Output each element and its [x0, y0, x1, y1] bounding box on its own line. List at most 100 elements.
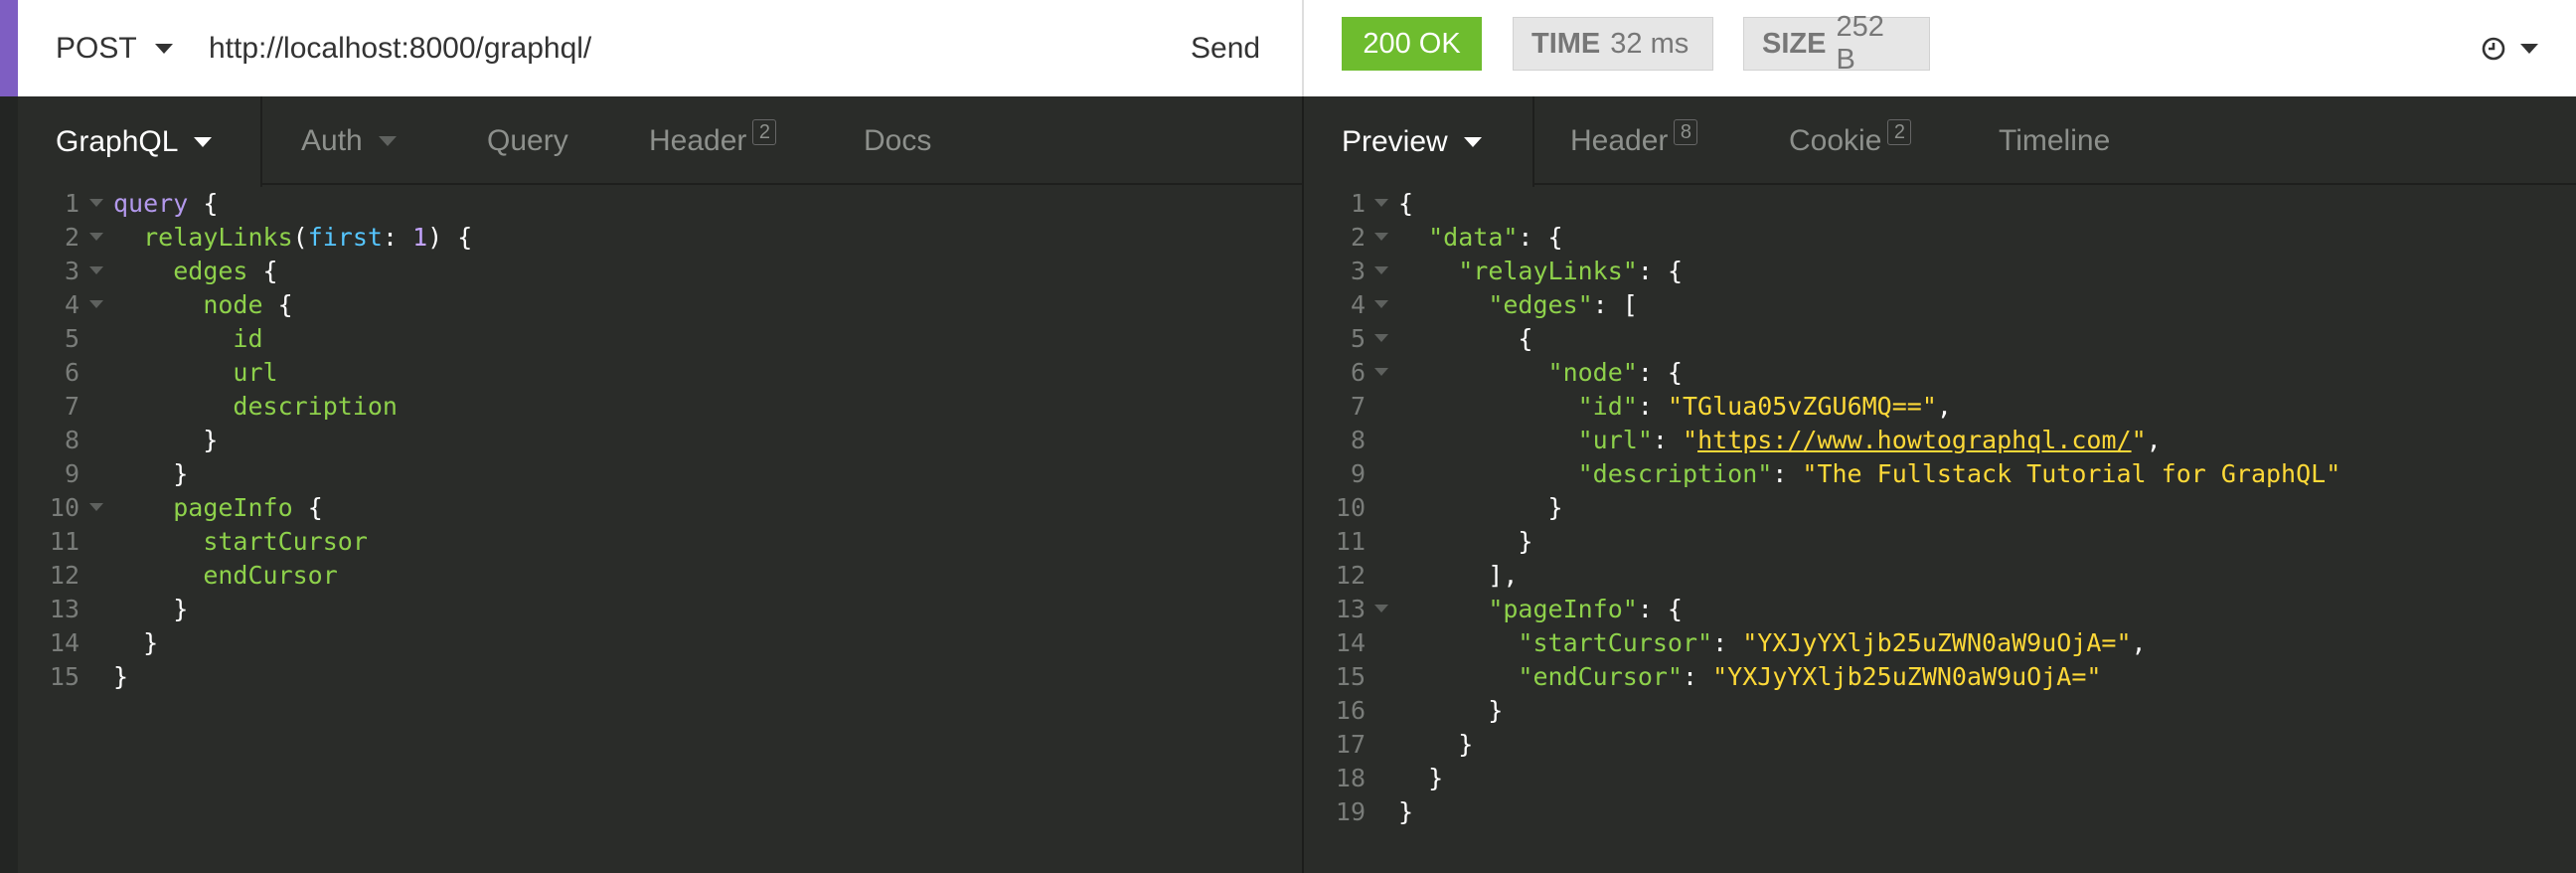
code-line: 11 }	[1304, 525, 2576, 559]
code-text: url	[233, 358, 278, 387]
fold-toggle-icon[interactable]	[89, 199, 103, 207]
code-line: 7 "id": "TGlua05vZGU6MQ==",	[1304, 390, 2576, 424]
sidebar-strip	[0, 96, 18, 873]
fold-toggle-icon[interactable]	[1374, 300, 1388, 308]
code-line: 13 }	[18, 593, 1302, 626]
fold-toggle-icon[interactable]	[1374, 368, 1388, 376]
send-button[interactable]: Send	[1191, 0, 1260, 96]
code-line: 6 url	[18, 356, 1302, 390]
code-text: endCursor	[203, 561, 338, 590]
fold-toggle-icon[interactable]	[1374, 605, 1388, 612]
line-number: 12	[1335, 561, 1366, 590]
code-text: {	[1398, 189, 1414, 218]
tab-docs[interactable]: Docs	[864, 96, 931, 185]
code-line: 9 "description": "The Fullstack Tutorial…	[1304, 457, 2576, 491]
code-line: 14 "startCursor": "YXJyYXljb25uZWN0aW9uO…	[1304, 626, 2576, 660]
code-text: "description": "The Fullstack Tutorial f…	[1577, 459, 2341, 488]
line-number: 9	[1350, 459, 1366, 488]
line-number: 5	[64, 324, 80, 353]
code-line: 1{	[1304, 187, 2576, 221]
request-tabs: GraphQL Auth Query Header 2 Docs	[18, 96, 1302, 187]
code-text: }	[113, 628, 159, 657]
tab-label: Docs	[864, 123, 932, 157]
code-line: 10 pageInfo {	[18, 491, 1302, 525]
code-line: 12 endCursor	[18, 559, 1302, 593]
code-text: ],	[1398, 561, 1519, 590]
line-number: 11	[1335, 527, 1366, 556]
fold-toggle-icon[interactable]	[1374, 199, 1388, 207]
code-text: }	[113, 662, 129, 691]
tab-cookie[interactable]: Cookie 2	[1789, 96, 1912, 185]
line-number: 10	[49, 493, 80, 522]
line-number: 1	[1350, 189, 1366, 218]
code-text: }	[113, 595, 189, 623]
tab-response-header[interactable]: Header 8	[1570, 96, 1698, 185]
code-line: 13 "pageInfo": {	[1304, 593, 2576, 626]
line-number: 7	[1350, 392, 1366, 421]
tab-preview[interactable]: Preview	[1304, 96, 1534, 187]
code-line: 8 }	[18, 424, 1302, 457]
line-number: 15	[49, 662, 80, 691]
fold-toggle-icon[interactable]	[89, 233, 103, 241]
fold-toggle-icon[interactable]	[1374, 233, 1388, 241]
code-text: "node": {	[1547, 358, 1683, 387]
clock-icon	[2482, 37, 2505, 60]
fold-toggle-icon[interactable]	[89, 503, 103, 511]
code-line: 2 "data": {	[1304, 221, 2576, 255]
code-text: "url": "https://www.howtographql.com/",	[1577, 426, 2162, 454]
line-number: 4	[1350, 290, 1366, 319]
history-button[interactable]	[2481, 0, 2538, 96]
fold-toggle-icon[interactable]	[89, 300, 103, 308]
code-text: "startCursor": "YXJyYXljb25uZWN0aW9uOjA=…	[1518, 628, 2147, 657]
line-number: 6	[64, 358, 80, 387]
line-number: 4	[64, 290, 80, 319]
code-line: 2 relayLinks(first: 1) {	[18, 221, 1302, 255]
tab-query[interactable]: Query	[487, 96, 568, 185]
request-pane: GraphQL Auth Query Header 2 Docs 1 query …	[18, 96, 1302, 873]
chevron-down-icon	[154, 43, 173, 54]
code-text: pageInfo {	[173, 493, 323, 522]
code-text: }	[113, 459, 189, 488]
time-value: 32 ms	[1610, 27, 1690, 60]
code-line: 10 }	[1304, 491, 2576, 525]
code-line: 19}	[1304, 795, 2576, 829]
response-tabs: Preview Header 8 Cookie 2 Timeline	[1304, 96, 2576, 187]
line-number: 6	[1350, 358, 1366, 387]
code-line: 3 "relayLinks": {	[1304, 255, 2576, 288]
line-number: 10	[1335, 493, 1366, 522]
code-text: node {	[203, 290, 293, 319]
tab-auth[interactable]: Auth	[301, 96, 397, 185]
tab-label: Preview	[1342, 124, 1448, 158]
request-bar: POST Send 200 OK TIME 32 ms SIZE 252 B	[0, 0, 2576, 96]
line-number: 3	[1350, 257, 1366, 285]
tab-label: Auth	[301, 123, 363, 157]
chevron-down-icon	[1463, 136, 1482, 147]
code-text: }	[1398, 764, 1444, 792]
fold-toggle-icon[interactable]	[89, 266, 103, 274]
pane-divider-top	[1302, 0, 1304, 96]
code-text: {	[1398, 324, 1533, 353]
chevron-down-icon	[2520, 43, 2538, 54]
method-selector[interactable]: POST	[56, 0, 173, 96]
status-text: 200 OK	[1363, 27, 1461, 60]
header-count-badge: 8	[1674, 118, 1698, 145]
url-input[interactable]	[209, 26, 1163, 72]
line-number: 11	[49, 527, 80, 556]
line-number: 15	[1335, 662, 1366, 691]
fold-toggle-icon[interactable]	[1374, 334, 1388, 342]
cookie-count-badge: 2	[1887, 118, 1912, 145]
line-number: 8	[1350, 426, 1366, 454]
fold-toggle-icon[interactable]	[1374, 266, 1388, 274]
line-number: 2	[1350, 223, 1366, 252]
tab-graphql[interactable]: GraphQL	[18, 96, 262, 187]
size-badge: SIZE 252 B	[1743, 11, 1930, 76]
code-text: }	[1398, 527, 1533, 556]
code-text: edges {	[173, 257, 278, 285]
tab-header[interactable]: Header 2	[649, 96, 777, 185]
tab-label: Cookie	[1789, 123, 1882, 157]
time-key: TIME	[1531, 27, 1601, 60]
code-text: }	[1398, 797, 1414, 826]
line-number: 18	[1335, 764, 1366, 792]
tab-timeline[interactable]: Timeline	[1999, 96, 2110, 185]
code-line: 4 "edges": [	[1304, 288, 2576, 322]
